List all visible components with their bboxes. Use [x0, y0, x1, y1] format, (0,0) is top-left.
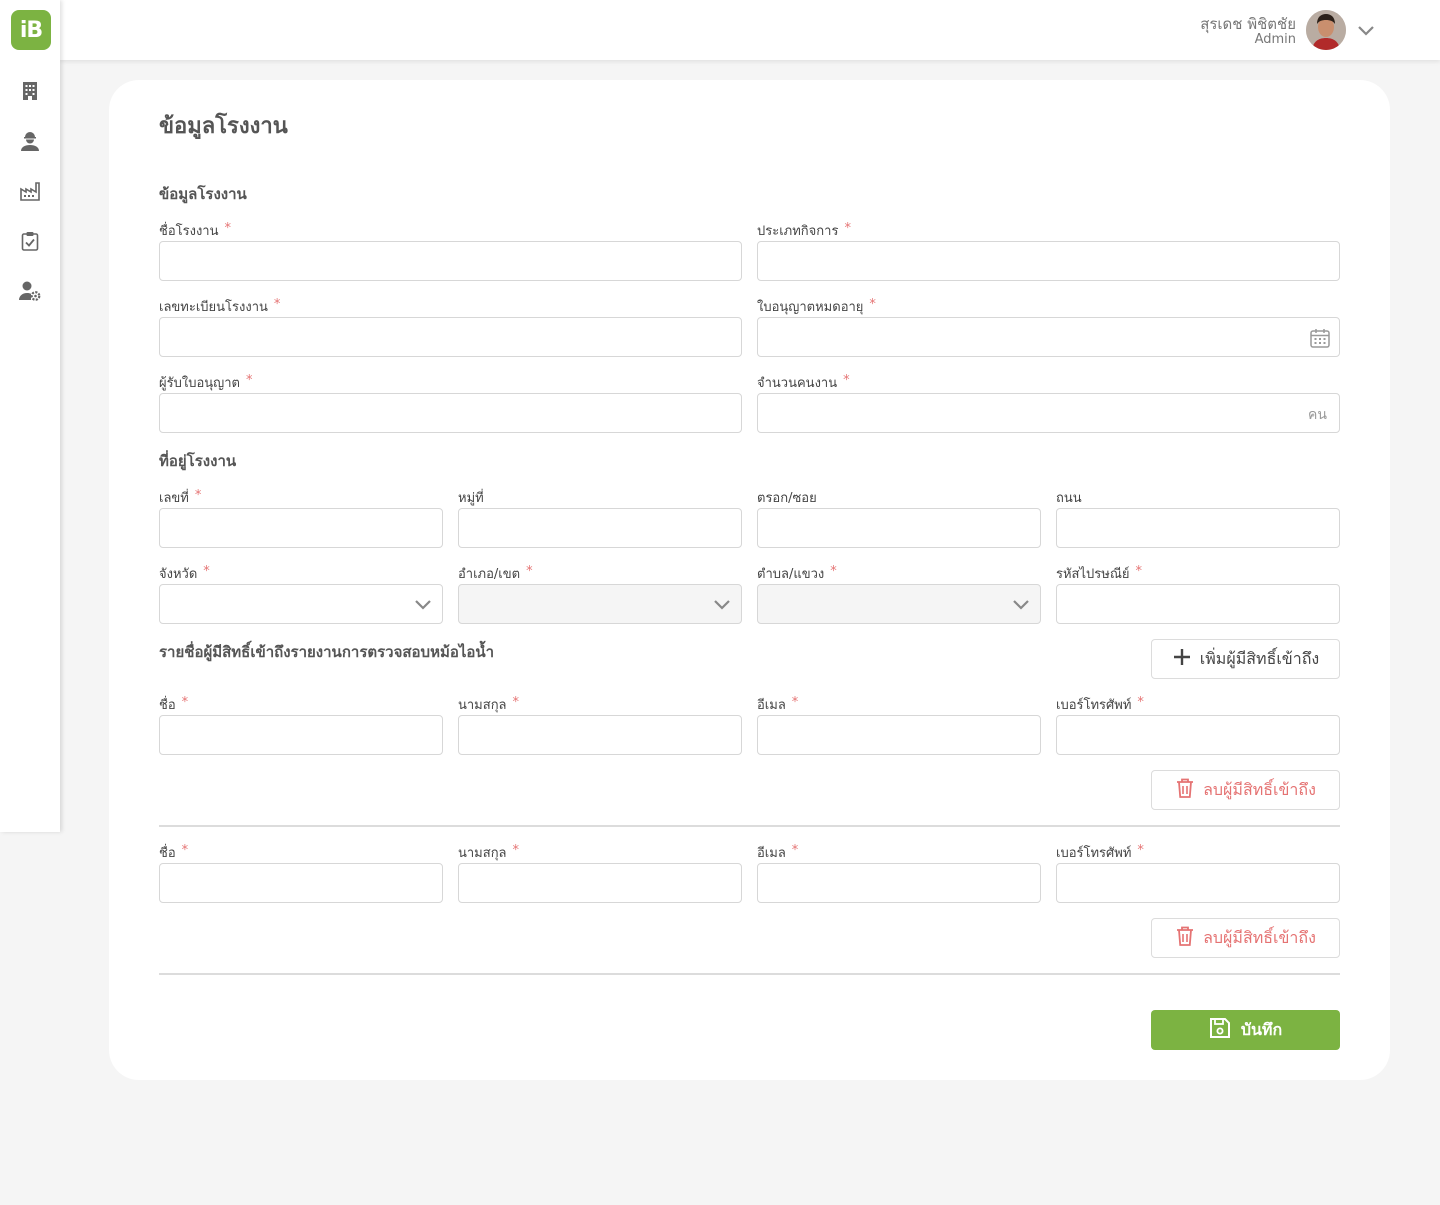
business-type-input[interactable]	[757, 241, 1340, 281]
last-name-label: นามสกุล *	[458, 843, 520, 861]
page-title: ข้อมูลโรงงาน	[159, 114, 288, 139]
sidebar: iB	[0, 0, 60, 832]
app-logo[interactable]: iB	[11, 10, 51, 50]
divider	[159, 973, 1340, 975]
alley-input[interactable]	[757, 508, 1041, 548]
user-role: Admin	[1254, 32, 1296, 47]
phone-input[interactable]	[1056, 863, 1340, 903]
section-title-access: รายชื่อผู้มีสิทธิ์เข้าถึงรายงานการตรวจสอ…	[159, 643, 495, 661]
road-label: ถนน	[1056, 491, 1082, 506]
last-name-label: นามสกุล *	[458, 695, 520, 713]
phone-label: เบอร์โทรศัพท์ *	[1056, 843, 1144, 861]
phone-input[interactable]	[1056, 715, 1340, 755]
trash-icon	[1175, 777, 1195, 803]
phone-label: เบอร์โทรศัพท์ *	[1056, 695, 1144, 713]
license-expiry-label: ใบอนุญาตหมดอายุ *	[757, 297, 876, 315]
email-input[interactable]	[757, 715, 1041, 755]
subdistrict-label: ตำบล/แขวง *	[757, 564, 837, 582]
employee-count-label: จำนวนคนงาน *	[757, 373, 850, 391]
first-name-input[interactable]	[159, 863, 443, 903]
email-input[interactable]	[757, 863, 1041, 903]
section-title-address: ที่อยู่โรงงาน	[159, 452, 237, 470]
user-settings-icon[interactable]	[18, 279, 42, 303]
last-name-input[interactable]	[458, 863, 742, 903]
trash-icon	[1175, 925, 1195, 951]
province-select[interactable]	[159, 584, 443, 624]
save-button[interactable]: บันทึก	[1151, 1010, 1340, 1050]
business-type-label: ประเภทกิจการ *	[757, 221, 851, 239]
add-access-button[interactable]: เพิ่มผู้มีสิทธิ์เข้าถึง	[1151, 639, 1340, 679]
employee-unit-suffix: คน	[1308, 407, 1327, 423]
building-icon[interactable]	[18, 79, 42, 103]
factory-name-label: ชื่อโรงงาน *	[159, 221, 231, 239]
plus-icon	[1172, 647, 1192, 671]
chevron-down-icon[interactable]	[1356, 20, 1376, 40]
registration-no-label: เลขทะเบียนโรงงาน *	[159, 297, 281, 315]
section-title-factory-info: ข้อมูลโรงงาน	[159, 185, 247, 203]
postcode-input[interactable]	[1056, 584, 1340, 624]
licensee-input[interactable]	[159, 393, 742, 433]
employee-count-input[interactable]	[757, 393, 1340, 433]
district-select[interactable]	[458, 584, 742, 624]
license-expiry-input[interactable]	[757, 317, 1340, 357]
district-label: อำเภอ/เขต *	[458, 564, 533, 582]
factory-form-card: ข้อมูลโรงงาน ข้อมูลโรงงาน ชื่อโรงงาน * ปร…	[109, 80, 1390, 1080]
village-no-input[interactable]	[458, 508, 742, 548]
subdistrict-select[interactable]	[757, 584, 1041, 624]
delete-access-button[interactable]: ลบผู้มีสิทธิ์เข้าถึง	[1151, 918, 1340, 958]
house-no-input[interactable]	[159, 508, 443, 548]
registration-no-input[interactable]	[159, 317, 742, 357]
alley-label: ตรอก/ซอย	[757, 491, 817, 506]
postcode-label: รหัสไปรษณีย์ *	[1056, 564, 1143, 582]
factory-icon[interactable]	[18, 179, 42, 203]
first-name-input[interactable]	[159, 715, 443, 755]
house-no-label: เลขที่ *	[159, 488, 202, 506]
email-label: อีเมล *	[757, 843, 799, 861]
clipboard-check-icon[interactable]	[18, 229, 42, 253]
first-name-label: ชื่อ *	[159, 695, 189, 713]
last-name-input[interactable]	[458, 715, 742, 755]
email-label: อีเมล *	[757, 695, 799, 713]
avatar[interactable]	[1306, 10, 1346, 50]
save-icon	[1209, 1017, 1231, 1043]
worker-icon[interactable]	[18, 129, 42, 153]
road-input[interactable]	[1056, 508, 1340, 548]
factory-name-input[interactable]	[159, 241, 742, 281]
province-label: จังหวัด *	[159, 564, 210, 582]
licensee-label: ผู้รับใบอนุญาต *	[159, 373, 253, 391]
divider	[159, 825, 1340, 827]
first-name-label: ชื่อ *	[159, 843, 189, 861]
top-bar: สุรเดช พิชิตชัย Admin	[60, 0, 1440, 60]
delete-access-button[interactable]: ลบผู้มีสิทธิ์เข้าถึง	[1151, 770, 1340, 810]
calendar-icon[interactable]	[1309, 327, 1331, 349]
village-no-label: หมู่ที่	[458, 491, 484, 506]
